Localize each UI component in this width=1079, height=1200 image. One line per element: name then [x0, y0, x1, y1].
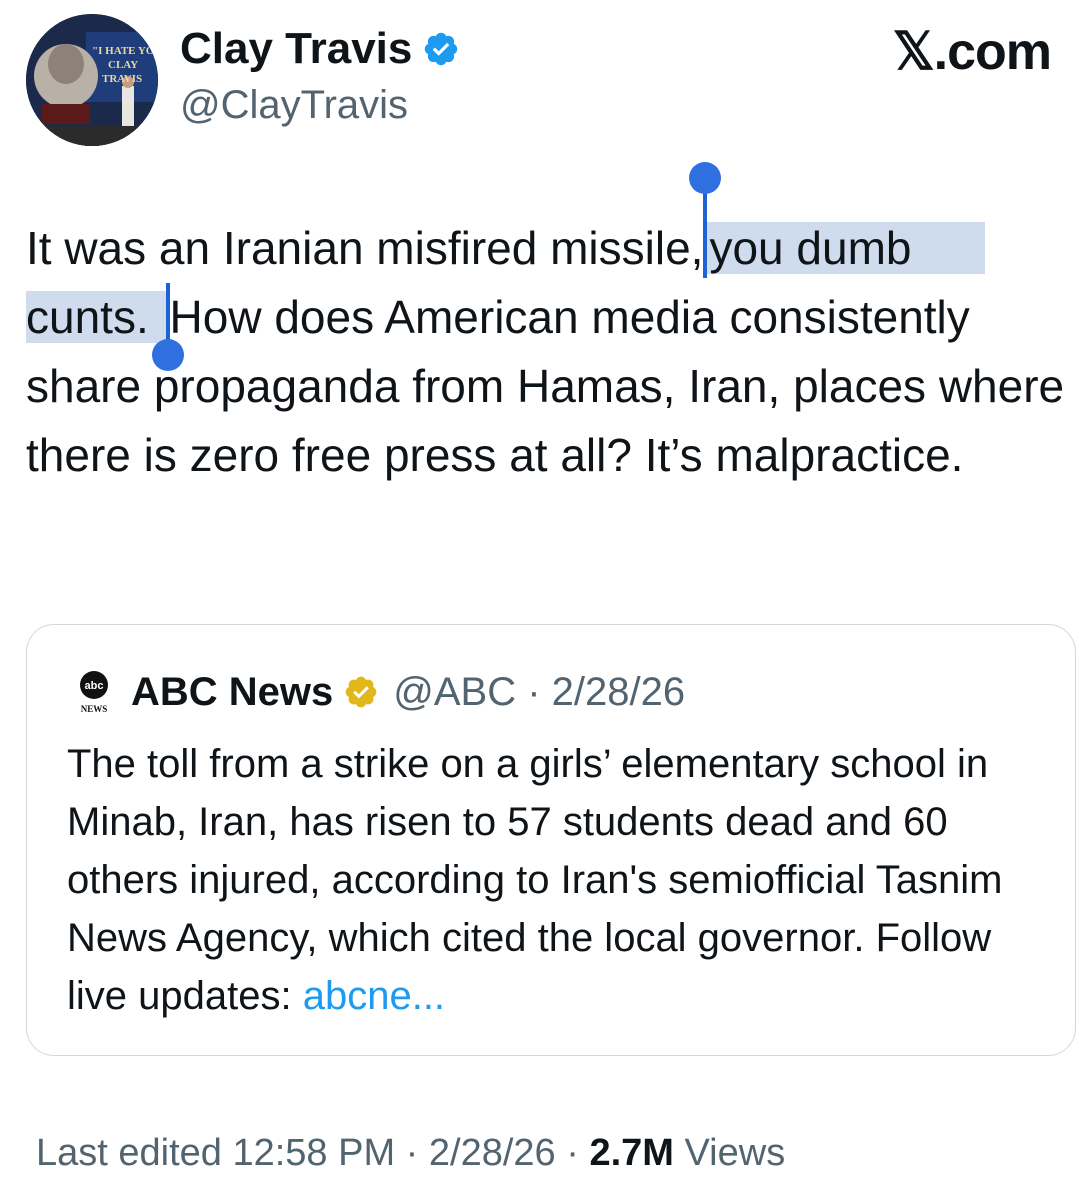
- abc-logo-subtext: NEWS: [81, 704, 108, 714]
- selection-start-handle[interactable]: [689, 162, 722, 194]
- selected-text-line1: you dumb: [689, 162, 986, 278]
- author-display-name-row[interactable]: Clay Travis: [180, 22, 460, 76]
- author-display-name[interactable]: Clay Travis: [180, 22, 412, 76]
- verified-gold-badge-icon: [345, 676, 377, 708]
- selection-end-handle[interactable]: [151, 339, 184, 371]
- tweet-text-after-selection: How does American media consistently sha…: [26, 291, 1065, 481]
- views-label: Views: [684, 1132, 786, 1174]
- verified-blue-badge-icon: [425, 32, 458, 66]
- edited-timestamp[interactable]: Last edited 12:58 PM · 2/28/26 ·: [36, 1132, 579, 1174]
- quoted-tweet-body: The toll from a strike on a girls’ eleme…: [67, 742, 1003, 1018]
- quoted-tweet-meta[interactable]: @ABC · 2/28/26: [393, 667, 685, 717]
- tweet-footer-meta: Last edited 12:58 PM · 2/28/26 · 2.7M Vi…: [36, 1128, 785, 1178]
- abc-logo-text: abc: [85, 680, 104, 692]
- avatar-image: "I HATE YO CLAY TRAVIS: [26, 14, 158, 146]
- x-logo-brand[interactable]: 𝕏.com: [893, 22, 1052, 82]
- quoted-tweet-text: The toll from a strike on a girls’ eleme…: [67, 735, 1057, 1025]
- quoted-tweet-link[interactable]: abcne...: [303, 974, 445, 1018]
- avatar-sign-text: "I HATE YO: [92, 45, 155, 57]
- views-count: 2.7M: [589, 1132, 674, 1174]
- selection-start-marker[interactable]: [703, 188, 708, 278]
- svg-text:TRAVIS: TRAVIS: [102, 73, 142, 85]
- quoted-author-name[interactable]: ABC News: [131, 667, 333, 717]
- author-handle[interactable]: @ClayTravis: [180, 80, 408, 130]
- tweet-text[interactable]: It was an Iranian misfired missile, you d…: [26, 162, 1076, 490]
- quoted-tweet-card[interactable]: abc NEWS ABC News @ABC · 2/28/26 The tol…: [26, 624, 1076, 1056]
- svg-text:CLAY: CLAY: [108, 59, 138, 71]
- tweet-text-before-selection: It was an Iranian misfired missile,: [26, 222, 704, 274]
- quoted-tweet-header: abc NEWS ABC News @ABC · 2/28/26: [75, 667, 685, 717]
- avatar[interactable]: "I HATE YO CLAY TRAVIS: [26, 14, 158, 146]
- abc-news-logo-icon[interactable]: abc NEWS: [75, 670, 113, 714]
- selected-text-line2: cunts.: [26, 283, 184, 371]
